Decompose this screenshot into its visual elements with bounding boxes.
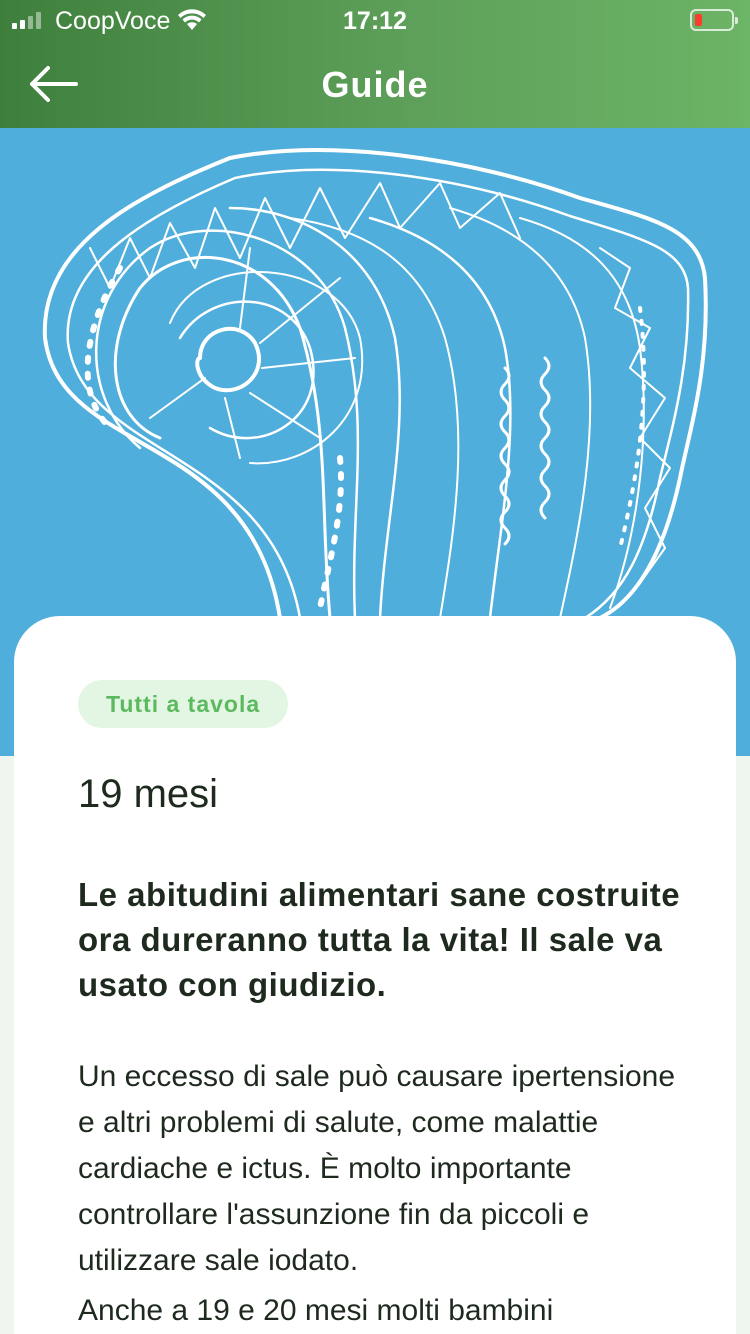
app-header: CoopVoce 17:12 Guide xyxy=(0,0,750,128)
article-body: Un eccesso di sale può causare ipertensi… xyxy=(78,1054,688,1334)
category-tag[interactable]: Tutti a tavola xyxy=(78,680,289,728)
article-card: Tutti a tavola 19 mesi Le abitudini alim… xyxy=(14,616,736,1334)
age-heading: 19 mesi xyxy=(78,772,219,816)
article-paragraph: Un eccesso di sale può causare ipertensi… xyxy=(78,1060,676,1277)
page-title: Guide xyxy=(321,64,429,105)
article-paragraph: Anche a 19 e 20 mesi molti bambini xyxy=(78,1294,554,1327)
battery-icon xyxy=(690,9,738,31)
status-bar: CoopVoce 17:12 xyxy=(0,0,750,40)
status-time: 17:12 xyxy=(343,7,407,35)
article-headline: Le abitudini alimentari sane costruite o… xyxy=(78,876,681,1003)
